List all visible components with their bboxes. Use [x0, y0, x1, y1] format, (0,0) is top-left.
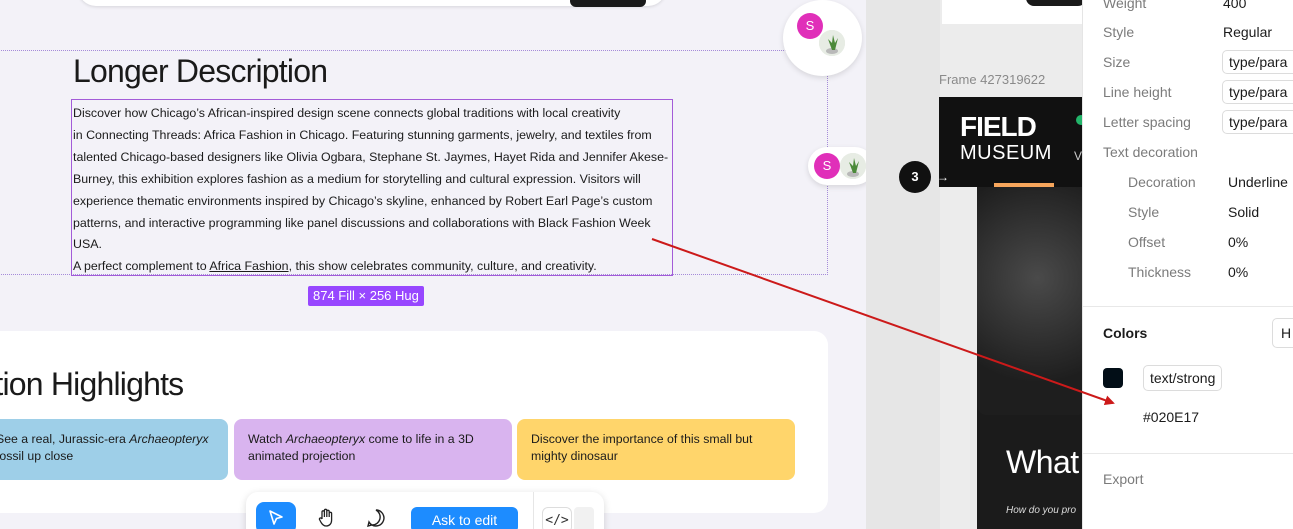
color-hex-value[interactable]: #020E17	[1143, 409, 1199, 425]
description-line: experience thematic environments inspire…	[73, 193, 653, 208]
hero-image	[977, 187, 1082, 415]
arrow-right-icon: →	[937, 170, 949, 184]
longer-description-heading: Longer Description	[73, 53, 328, 89]
letter-spacing-field[interactable]: type/para	[1222, 110, 1293, 134]
plant-avatar-icon	[819, 30, 845, 56]
highlight-text: Watch	[248, 432, 286, 446]
toolbar-divider	[533, 492, 534, 529]
description-text: Discover how Chicago’s African-inspired …	[73, 103, 672, 278]
description-line: USA.	[73, 237, 102, 252]
color-swatch[interactable]	[1103, 368, 1123, 388]
export-section-title: Export	[1103, 471, 1144, 487]
highlight-text: See a real, Jurassic-era	[0, 432, 130, 446]
inspector-panel: Weight 400 Style Regular Size type/para …	[1082, 0, 1293, 529]
frame-hero: What How do you pro	[977, 187, 1082, 529]
text-decoration-label: Text decoration	[1103, 144, 1198, 160]
bottom-toolbar: Ask to edit </>	[246, 492, 604, 529]
frame-top-button[interactable]	[1026, 0, 1082, 6]
top-card	[78, 0, 666, 7]
exhibition-highlights-heading: Exhibition Highlights	[0, 366, 184, 402]
top-card-button[interactable]	[570, 0, 646, 7]
offset-value[interactable]: 0%	[1228, 234, 1248, 250]
dev-mode-toggle[interactable]	[574, 507, 594, 529]
header-nav-fragment: V	[1074, 149, 1082, 163]
annotation-step-badge[interactable]: 3	[899, 161, 931, 193]
description-line: Discover how Chicago’s African-inspired …	[73, 106, 621, 120]
field-museum-logo: FIELD	[960, 111, 1037, 142]
collaborator-presence-chip[interactable]: S	[808, 147, 866, 185]
complement-suffix: , this show celebrates community, cultur…	[288, 259, 597, 274]
hero-headline: What	[1006, 444, 1079, 480]
line-height-field[interactable]: type/para	[1222, 80, 1293, 104]
weight-label: Weight	[1103, 0, 1147, 11]
design-canvas[interactable]: Longer Description Discover how Chicago’…	[0, 0, 866, 529]
description-complement-line: A perfect complement to Africa Fashion, …	[73, 256, 672, 278]
highlight-card[interactable]: Watch Archaeopteryx come to life in a 3D…	[234, 419, 512, 480]
line-height-label: Line height	[1103, 84, 1172, 100]
africa-fashion-link[interactable]: Africa Fashion	[209, 259, 288, 273]
ask-to-edit-button[interactable]: Ask to edit	[411, 507, 518, 529]
colors-section-title: Colors	[1103, 325, 1148, 341]
hand-icon[interactable]	[306, 502, 346, 529]
highlight-emphasis: Archaeopteryx	[285, 432, 366, 446]
size-label: Size	[1103, 54, 1131, 70]
highlight-text: fossil up close	[0, 449, 74, 463]
description-line: in Connecting Threads: Africa Fashion in…	[73, 127, 652, 142]
decoration-style-label: Style	[1128, 204, 1160, 220]
frame-label[interactable]: Frame 427319622	[939, 72, 1045, 87]
thickness-label: Thickness	[1128, 264, 1192, 280]
field-museum-logo-sub: MUSEUM	[960, 142, 1052, 164]
offset-label: Offset	[1128, 234, 1166, 250]
decoration-label: Decoration	[1128, 174, 1196, 190]
panel-divider	[1083, 306, 1293, 307]
letter-spacing-label: Letter spacing	[1103, 114, 1191, 130]
style-value[interactable]: Regular	[1223, 24, 1272, 40]
collaborator-cursor-bubble[interactable]: S	[783, 0, 862, 76]
size-field[interactable]: type/para	[1222, 50, 1293, 74]
collaborator-avatar-initial: S	[797, 13, 823, 39]
decoration-style-value[interactable]: Solid	[1228, 204, 1259, 220]
decoration-value[interactable]: Underline	[1228, 174, 1288, 190]
cursor-icon[interactable]	[256, 502, 296, 529]
colors-format-button[interactable]: H	[1272, 318, 1293, 348]
plant-avatar-icon	[840, 153, 866, 179]
highlight-text: Discover the importance of this small bu…	[531, 432, 753, 463]
comment-icon[interactable]	[356, 502, 396, 529]
highlight-card[interactable]: See a real, Jurassic-era Archaeopteryx f…	[0, 419, 228, 480]
field-museum-header: FIELD MUSEUM V	[939, 97, 1082, 187]
hero-subhead: How do you pro	[1006, 505, 1077, 516]
weight-value[interactable]: 400	[1223, 0, 1246, 11]
code-icon[interactable]: </>	[542, 507, 572, 529]
frame-preview-area: Frame 427319622 FIELD MUSEUM V What How …	[866, 0, 1082, 529]
thickness-value[interactable]: 0%	[1228, 264, 1248, 280]
color-token[interactable]: text/strong	[1143, 365, 1223, 391]
highlight-emphasis: Archaeopteryx	[129, 432, 209, 446]
collaborator-avatar-initial: S	[814, 153, 840, 179]
panel-divider	[1083, 453, 1293, 454]
complement-prefix: A perfect complement to	[73, 259, 210, 274]
description-line: Burney, this exhibition explores fashion…	[73, 171, 641, 186]
highlight-card[interactable]: Discover the importance of this small bu…	[517, 419, 795, 480]
dimension-badge: 874 Fill × 256 Hug	[308, 286, 424, 306]
style-label: Style	[1103, 24, 1135, 40]
description-line: talented Chicago-based designers like Ol…	[73, 149, 669, 164]
description-text-selection[interactable]: Discover how Chicago’s African-inspired …	[71, 99, 673, 276]
description-line: patterns, and interactive programming li…	[73, 215, 651, 230]
